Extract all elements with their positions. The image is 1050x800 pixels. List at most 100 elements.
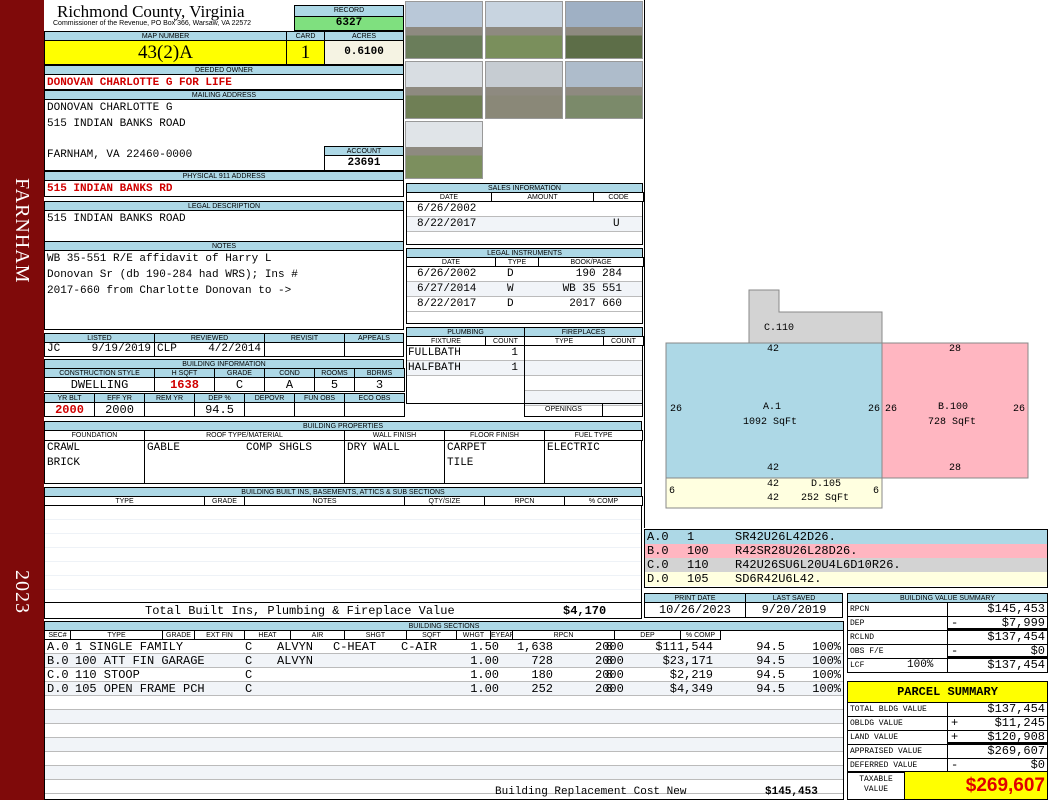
instr-cell: WB 35 551 — [562, 283, 622, 295]
parcel-summary-sign: + — [951, 716, 959, 730]
mailing-line: DONOVAN CHARLOTTE G — [47, 102, 173, 114]
value-summary-sign: - — [951, 644, 959, 658]
parcel-summary-value: $120,908 — [947, 730, 1048, 745]
builtins-header: QTY/SIZE — [404, 496, 485, 506]
dim: 26 — [885, 404, 898, 415]
builtins-header: TYPE — [44, 496, 205, 506]
dim: 42 — [767, 493, 780, 504]
instr-cell: 8/22/2017 — [417, 298, 477, 310]
notes-line: Donovan Sr (db 190-284 had WRS); Ins # — [47, 269, 298, 281]
sections-header: % COMP — [680, 630, 721, 640]
sections-header: SQFT — [406, 630, 457, 640]
property-photo[interactable] — [565, 1, 643, 59]
property-header: WALL FINISH — [344, 430, 445, 441]
sidebar-year: 2023 — [11, 570, 33, 614]
sections-cell: 100 ATT FIN GARAGE — [75, 654, 205, 668]
sections-header: AIR — [290, 630, 345, 640]
roof-type: GABLE — [147, 442, 181, 454]
value-summary-value: $145,453 — [947, 602, 1048, 617]
value-summary-pct: 100% — [907, 659, 934, 671]
openings-label: OPENINGS — [524, 403, 603, 417]
parcel-summary-label: TOTAL BLDG VALUE — [847, 702, 948, 717]
dim: 28 — [949, 344, 962, 355]
sections-cell: $4,349 — [669, 682, 713, 696]
sections-cell: 100% — [812, 668, 841, 682]
fireplaces-header: COUNT — [603, 336, 644, 346]
building-info-value — [344, 402, 405, 417]
builtins-body — [44, 505, 642, 603]
sections-cell: C-AIR — [401, 640, 438, 654]
sketch-area-b: 728 SqFt — [928, 417, 977, 428]
sketch-area-d: 252 SqFt — [801, 493, 850, 504]
sections-cell: 1 SINGLE FAMILY — [75, 640, 184, 654]
sections-cell: 2000 — [595, 682, 624, 696]
value-summary-value: $137,454 — [947, 630, 1048, 645]
value-summary-table: RPCN $145,453 DEP $7,999- RCLND $137,454 OBS F… — [847, 602, 1048, 673]
property-photo[interactable] — [405, 61, 483, 119]
appeals-value — [344, 342, 404, 357]
sections-header: EYEAR — [490, 630, 513, 640]
property-photo[interactable] — [405, 121, 483, 179]
sales-cell: U — [613, 218, 620, 230]
taxable-value: $269,607 — [904, 771, 1048, 800]
foundation-line: CRAWL — [47, 442, 81, 454]
sections-cell: 2000 — [595, 668, 624, 682]
sections-cell: 100% — [812, 682, 841, 696]
sections-cell: $2,219 — [669, 668, 713, 682]
building-sections-table: SEC# TYPE GRADE EXT FIN HEAT AIR SHGT SQFT WHGT E… — [44, 630, 844, 800]
sales-header: DATE — [406, 192, 492, 202]
sections-row — [45, 738, 843, 752]
building-info-value: 94.5 — [194, 402, 245, 417]
sketch-area-a: 1092 SqFt — [743, 417, 798, 428]
sections-cell: 180 — [531, 668, 553, 682]
legal-description: 515 INDIAN BANKS ROAD — [44, 210, 404, 242]
sales-header: AMOUNT — [491, 192, 594, 202]
plumb-cell: FULLBATH — [408, 347, 461, 359]
notes-line: 2017-660 from Charlotte Donovan to -> — [47, 285, 292, 297]
sketch-legend: A.0 1 SR42U26L42D26. B.0 100 R42SR28U26L28D26… — [644, 529, 1048, 588]
floor-line: TILE — [447, 457, 474, 469]
sketch-legend-row: D.0 105 SD6R42U6L42. — [645, 572, 1047, 586]
sketch-label-b: B.100 — [938, 402, 969, 413]
sketch-label-d: D.105 — [811, 479, 842, 490]
sections-cell: 94.5 — [756, 682, 785, 696]
legend-cell: C.0 — [647, 558, 669, 572]
sections-cell: D.0 — [47, 682, 69, 696]
dim: 26 — [670, 404, 683, 415]
builtins-header: GRADE — [204, 496, 245, 506]
fireplaces-header: TYPE — [524, 336, 604, 346]
sections-header: HEAT — [244, 630, 291, 640]
parcel-summary-table: TOTAL BLDG VALUE $137,454 OBLDG VALUE $11,2… — [847, 702, 1048, 773]
building-sketch: C.110 42 28 26 26 26 26 A.1 1092 SqFt B.… — [644, 0, 1050, 528]
sections-row — [45, 696, 843, 710]
builtins-header: RPCN — [484, 496, 565, 506]
sections-header: SHGT — [344, 630, 407, 640]
property-header: ROOF TYPE/MATERIAL — [144, 430, 345, 441]
sections-cell: 100% — [812, 640, 841, 654]
property-photo[interactable] — [485, 1, 563, 59]
sections-header: EXT FIN — [194, 630, 245, 640]
card-number: 1 — [286, 40, 325, 65]
legend-cell: D.0 — [647, 572, 669, 586]
legend-cell: 105 — [687, 572, 709, 586]
sections-row: C.0 110 STOOP C 1.00 180 8 2000 $2,219 94.5 100% — [45, 668, 843, 682]
sections-header: SEC# — [44, 630, 71, 640]
property-photo[interactable] — [485, 61, 563, 119]
property-header: FLOOR FINISH — [444, 430, 545, 441]
building-info-value: DWELLING — [44, 377, 155, 392]
parcel-summary-label: LAND VALUE — [847, 730, 948, 745]
openings-value — [602, 403, 643, 417]
roof-material: COMP SHGLS — [246, 442, 313, 454]
sections-cell: 94.5 — [756, 668, 785, 682]
sales-cell: 8/22/2017 — [417, 218, 477, 230]
instr-cell: W — [507, 283, 514, 295]
listed-by: JC — [47, 343, 61, 355]
instr-cell: 6/26/2002 — [417, 268, 477, 280]
parcel-summary-title: PARCEL SUMMARY — [847, 681, 1048, 703]
value-summary-label: OBS F/E — [847, 644, 948, 659]
property-photo[interactable] — [405, 1, 483, 59]
property-photo[interactable] — [565, 61, 643, 119]
sales-row: 6/26/2002 — [407, 202, 642, 217]
sections-header: WHGT — [456, 630, 491, 640]
county-subtitle: Commissioner of the Revenue, PO Box 366,… — [53, 20, 252, 27]
